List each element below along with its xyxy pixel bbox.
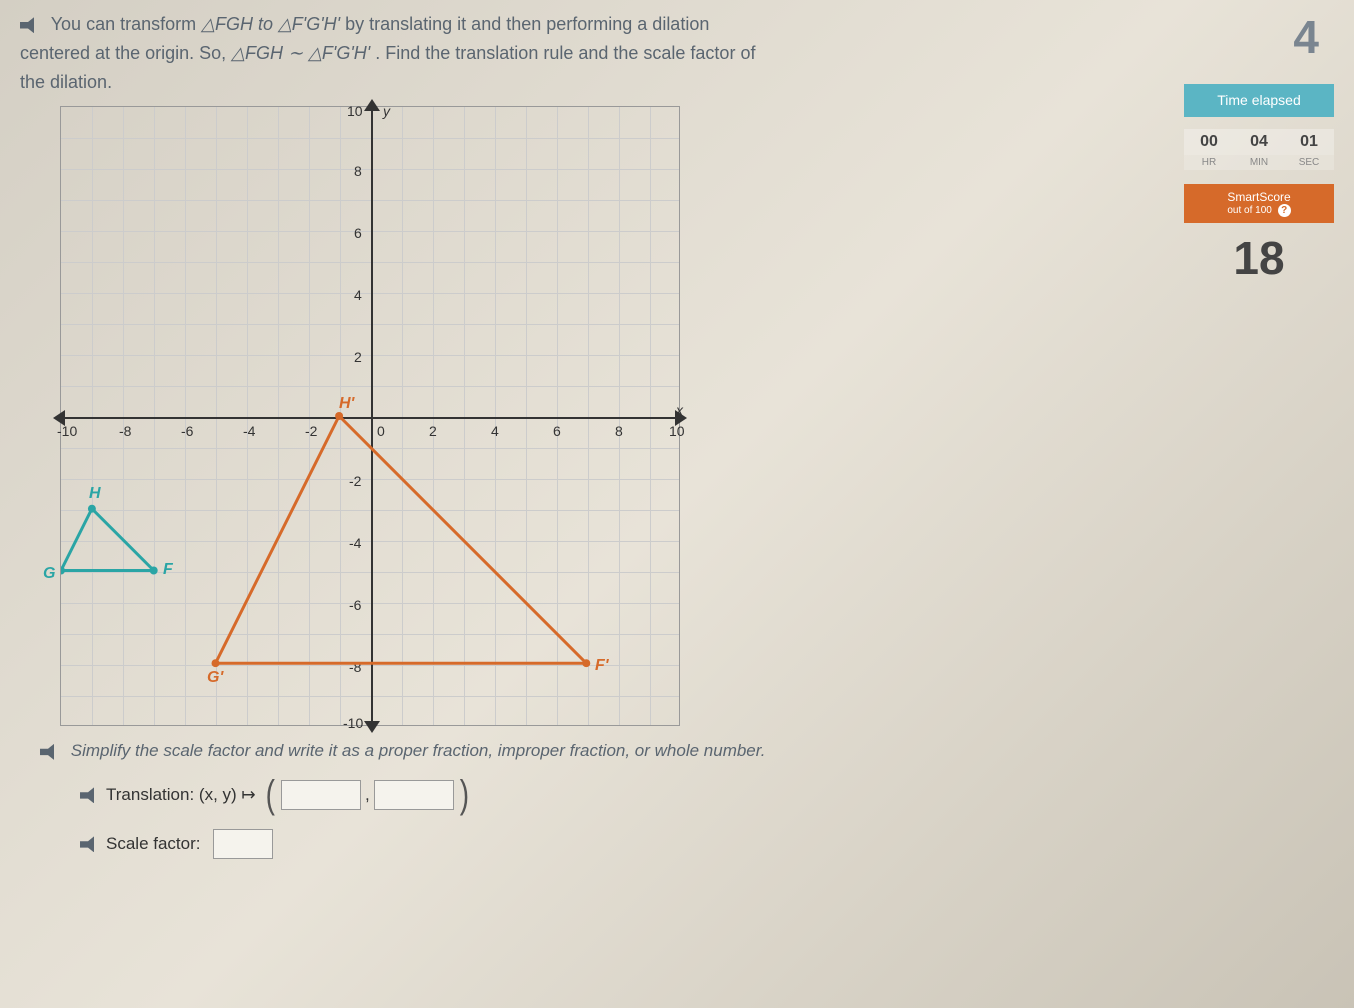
y-axis <box>371 107 373 725</box>
time-digits: 00 04 01 <box>1184 129 1334 155</box>
score-value: 18 <box>1184 231 1334 285</box>
q-text-5: the dilation. <box>20 72 112 92</box>
tick-y: -4 <box>349 535 361 551</box>
question-text: You can transform △FGH to △F'G'H' by tra… <box>20 10 1070 96</box>
unit-sec: SEC <box>1284 157 1334 168</box>
speaker-icon[interactable] <box>80 787 100 803</box>
scale-label: Scale factor: <box>106 834 201 854</box>
instruction: Simplify the scale factor and write it a… <box>40 741 940 761</box>
speaker-icon[interactable] <box>80 836 100 852</box>
translation-y-input[interactable] <box>374 780 454 810</box>
tick-y: -6 <box>349 597 361 613</box>
smartscore-title: SmartScore <box>1190 190 1328 204</box>
y-axis-label: y <box>383 103 390 119</box>
coordinate-graph: // placeholder, grid drawn below via inl… <box>60 106 680 726</box>
unit-hr: HR <box>1184 157 1234 168</box>
q-text-1: You can transform <box>51 14 201 34</box>
tick-y: 10 <box>347 103 363 119</box>
tick-x: 8 <box>615 423 623 439</box>
smartscore-box: SmartScore out of 100 ? <box>1184 184 1334 223</box>
arrow-up-icon <box>364 99 380 111</box>
help-icon[interactable]: ? <box>1278 204 1291 217</box>
time-min: 04 <box>1234 133 1284 151</box>
tick-origin: 0 <box>377 423 385 439</box>
sidebar: 4 Time elapsed 00 04 01 HR MIN SEC Smart… <box>1184 10 1334 285</box>
time-hr: 00 <box>1184 133 1234 151</box>
tick-x: 2 <box>429 423 437 439</box>
vertex-Fprime: F' <box>595 657 609 675</box>
speaker-icon[interactable] <box>20 17 40 33</box>
tick-x: -4 <box>243 423 255 439</box>
tick-y: -8 <box>349 659 361 675</box>
speaker-icon[interactable] <box>40 744 60 760</box>
tick-x: 4 <box>491 423 499 439</box>
unit-min: MIN <box>1234 157 1284 168</box>
translation-row: Translation: (x, y) ↦ ( , ) <box>80 779 1334 811</box>
x-axis <box>61 417 679 419</box>
tick-y: 2 <box>354 349 362 365</box>
q-sim: △FGH ∼ △F'G'H' <box>231 43 370 63</box>
vertex-H: H <box>89 485 101 503</box>
vertex-F: F <box>163 561 173 579</box>
translation-label: Translation: (x, y) ↦ <box>106 785 256 805</box>
arrow-down-icon <box>364 721 380 733</box>
tick-y: -10 <box>343 715 363 731</box>
main-content: You can transform △FGH to △F'G'H' by tra… <box>0 0 1354 879</box>
q-text-4: . Find the translation rule and the scal… <box>375 43 755 63</box>
vertex-Hprime: H' <box>339 395 354 413</box>
instruction-text: Simplify the scale factor and write it a… <box>71 741 766 760</box>
vertex-Gprime: G' <box>207 669 223 687</box>
tick-x: 6 <box>553 423 561 439</box>
tick-x: -10 <box>57 423 77 439</box>
q-text-2: by translating it and then performing a … <box>345 14 709 34</box>
question-number: 4 <box>1184 10 1334 64</box>
scale-row: Scale factor: <box>80 829 1334 859</box>
tick-y: 6 <box>354 225 362 241</box>
q-text-3: centered at the origin. So, <box>20 43 231 63</box>
tick-x: 10 <box>669 423 685 439</box>
scale-factor-input[interactable] <box>213 829 273 859</box>
tick-y: 8 <box>354 163 362 179</box>
tick-x: -6 <box>181 423 193 439</box>
time-elapsed-box: Time elapsed <box>1184 84 1334 117</box>
time-title: Time elapsed <box>1192 92 1326 109</box>
tick-y: -2 <box>349 473 361 489</box>
smartscore-sub: out of 100 <box>1227 205 1271 216</box>
translation-x-input[interactable] <box>281 780 361 810</box>
time-units: HR MIN SEC <box>1184 155 1334 170</box>
tick-x: -2 <box>305 423 317 439</box>
time-sec: 01 <box>1284 133 1334 151</box>
x-axis-label: x <box>676 402 683 418</box>
tick-x: -8 <box>119 423 131 439</box>
q-tri1: △FGH to △F'G'H' <box>201 14 340 34</box>
tick-y: 4 <box>354 287 362 303</box>
vertex-G: G <box>43 565 55 583</box>
